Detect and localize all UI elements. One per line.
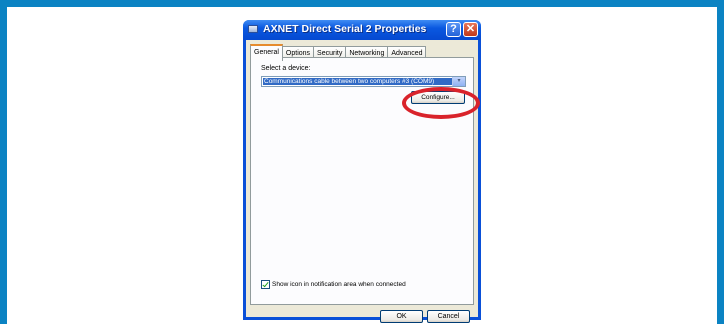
window-title: AXNET Direct Serial 2 Properties	[263, 23, 427, 35]
tab-general[interactable]: General	[250, 44, 283, 61]
close-button[interactable]: ✕	[463, 22, 478, 37]
show-icon-checkbox[interactable]	[261, 280, 270, 289]
chevron-down-icon[interactable]: ▾	[452, 77, 465, 86]
properties-dialog: AXNET Direct Serial 2 Properties ? ✕ Gen…	[243, 20, 481, 323]
show-icon-label[interactable]: Show icon in notification area when conn…	[272, 281, 406, 288]
network-connection-icon	[248, 25, 258, 33]
tab-strip: General Options Security Networking Adva…	[250, 44, 427, 61]
ok-button[interactable]: OK	[380, 310, 423, 323]
show-icon-option[interactable]: Show icon in notification area when conn…	[261, 280, 406, 289]
select-device-label: Select a device:	[261, 65, 311, 72]
device-dropdown[interactable]: Communications cable between two compute…	[261, 76, 466, 87]
title-bar[interactable]: AXNET Direct Serial 2 Properties ? ✕	[243, 20, 481, 40]
device-dropdown-value: Communications cable between two compute…	[263, 78, 452, 85]
cancel-button[interactable]: Cancel	[427, 310, 470, 323]
help-button[interactable]: ?	[446, 22, 461, 37]
dialog-client-area: General Options Security Networking Adva…	[246, 40, 478, 323]
highlight-ring	[402, 87, 480, 119]
